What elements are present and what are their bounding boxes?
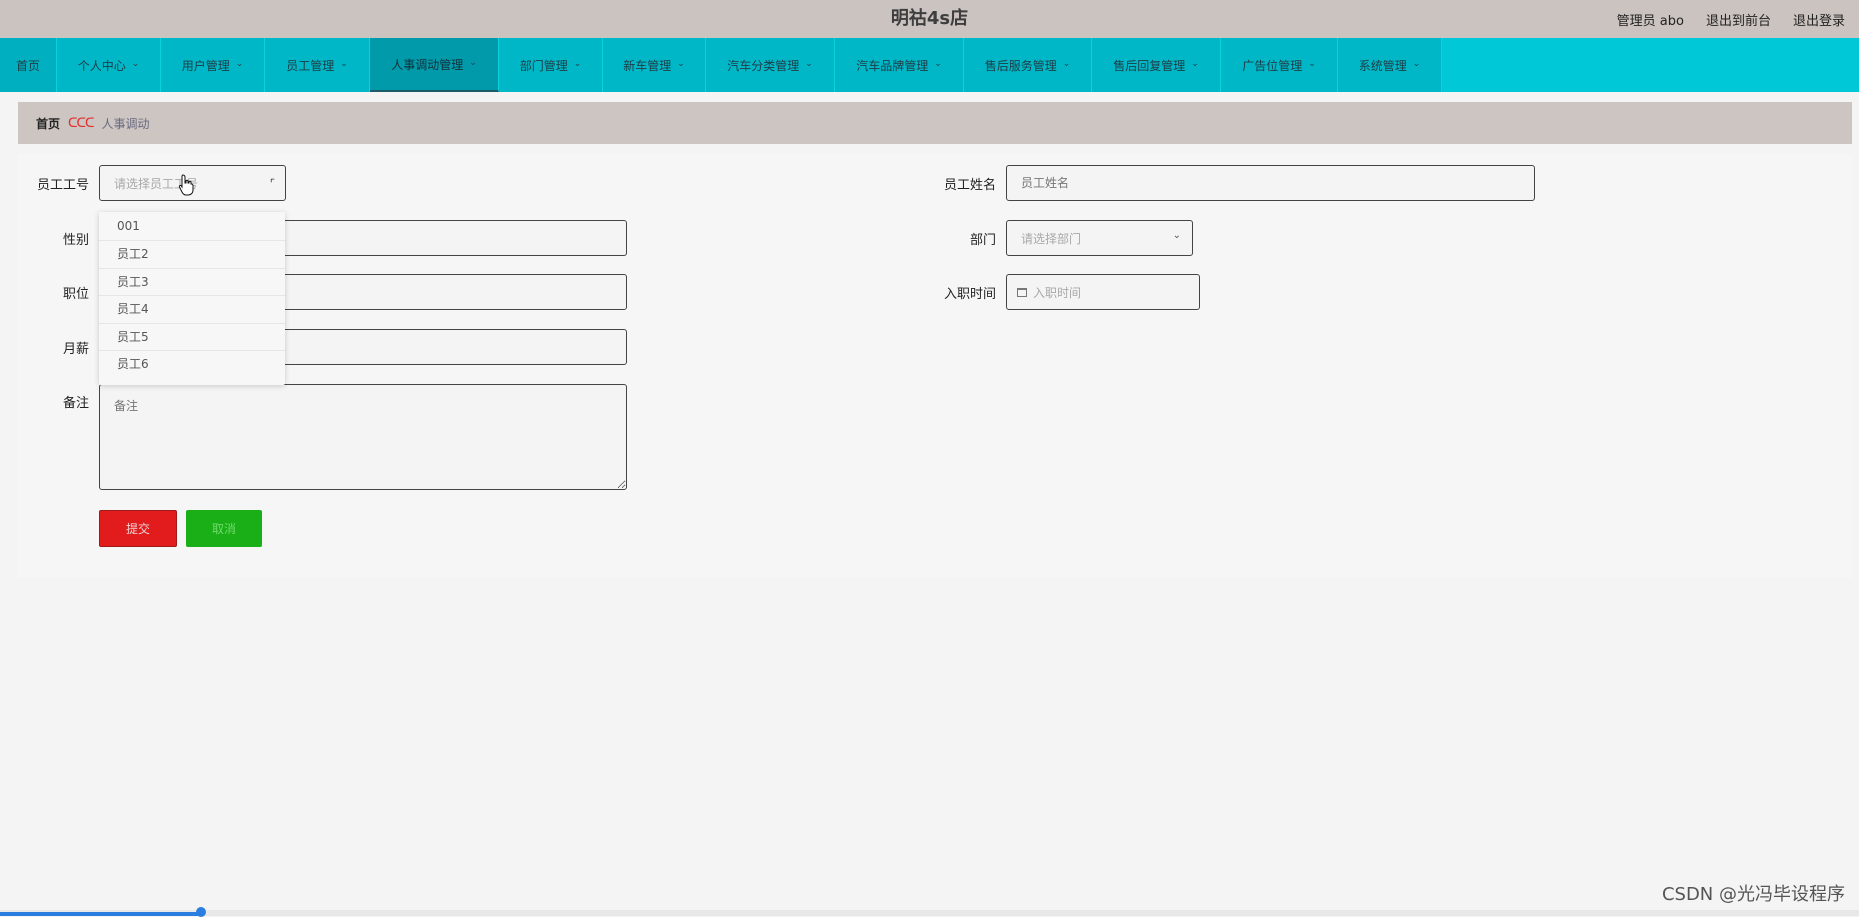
breadcrumb-separator: ᑕᑕᑕ <box>68 115 95 131</box>
dropdown-option[interactable]: 员工6 <box>99 350 285 377</box>
chevron-down-icon: ⌄ <box>1412 59 1421 69</box>
nav-label: 汽车分类管理 <box>727 58 800 73</box>
nav-label: 人事调动管理 <box>391 57 464 72</box>
nav-item-employee-management[interactable]: 员工管理 ⌄ <box>265 38 370 92</box>
chevron-down-icon: ⌄ <box>235 59 244 69</box>
nav-item-system-management[interactable]: 系统管理 ⌄ <box>1338 38 1442 92</box>
dropdown-option[interactable]: 员工3 <box>99 268 285 295</box>
chevron-down-icon: ⌄ <box>131 59 140 69</box>
nav-label: 新车管理 <box>623 58 672 73</box>
current-user-label: 管理员 abo <box>1616 13 1684 29</box>
emp-no-label: 员工工号 <box>36 178 89 193</box>
nav-label: 员工管理 <box>286 58 335 73</box>
nav-item-after-sales-reply[interactable]: 售后回复管理 ⌄ <box>1092 38 1221 92</box>
nav-item-after-sales-service[interactable]: 售后服务管理 ⌄ <box>964 38 1092 92</box>
hire-date-picker[interactable]: 入职时间 <box>1006 274 1200 310</box>
dropdown-option[interactable]: 员工5 <box>99 323 285 350</box>
nav-item-department-management[interactable]: 部门管理 ⌄ <box>499 38 603 92</box>
nav-label: 个人中心 <box>77 58 126 73</box>
watermark: CSDN @光冯毕设程序 <box>1661 884 1845 905</box>
breadcrumb-home[interactable]: 首页 <box>36 115 60 132</box>
nav-label: 汽车品牌管理 <box>856 58 929 73</box>
chevron-down-icon: ⌄ <box>1062 59 1071 69</box>
chevron-down-icon: ⌄ <box>805 59 813 69</box>
user-area: 管理员 abo 退出到前台 退出登录 <box>1617 0 1845 38</box>
chevron-down-icon: ⌄ <box>1308 59 1316 69</box>
chevron-down-icon: ⌄ <box>934 59 942 69</box>
hire-date-label: 入职时间 <box>943 287 996 302</box>
app-title: 明祜4s店 <box>890 8 969 29</box>
department-label: 部门 <box>969 233 996 248</box>
breadcrumb-current: 人事调动 <box>101 116 150 131</box>
emp-name-label: 员工姓名 <box>943 178 996 193</box>
logout-link[interactable]: 退出登录 <box>1793 10 1845 29</box>
chevron-down-icon: ⌄ <box>340 59 348 69</box>
remark-textarea[interactable] <box>99 384 627 490</box>
department-placeholder: 请选择部门 <box>1021 231 1082 246</box>
breadcrumb: 首页 ᑕᑕᑕ 人事调动 <box>18 102 1852 144</box>
nav-label: 用户管理 <box>181 58 230 73</box>
submit-button[interactable]: 提交 <box>99 510 177 547</box>
department-select[interactable]: 请选择部门 ⌄ <box>1006 220 1193 256</box>
position-label: 职位 <box>62 287 89 302</box>
hire-date-placeholder: 入职时间 <box>1033 285 1082 300</box>
nav-label: 售后回复管理 <box>1113 58 1186 73</box>
emp-no-dropdown: 001 员工2 员工3 员工4 员工5 员工6 <box>99 212 285 385</box>
nav-item-ad-slot-management[interactable]: 广告位管理 ⌄ <box>1221 38 1338 92</box>
top-bar: 明祜4s店 管理员 abo 退出到前台 退出登录 <box>0 0 1859 38</box>
chevron-down-icon: ⌄ <box>573 59 582 69</box>
select-arrow-icon: ⌜ <box>269 177 275 190</box>
exit-to-front-link[interactable]: 退出到前台 <box>1706 10 1771 29</box>
main-nav: 首页 个人中心 ⌄ 用户管理 ⌄ 员工管理 ⌄ 人事调动管理 ⌄ 部门管理 ⌄ 新车管理 ⌄… <box>0 38 1859 92</box>
emp-name-input[interactable] <box>1006 165 1535 201</box>
dropdown-option[interactable]: 001 <box>99 213 285 240</box>
form-panel <box>18 154 1852 578</box>
nav-item-home[interactable]: 首页 <box>0 38 57 92</box>
chevron-down-icon: ⌄ <box>1172 230 1181 241</box>
nav-item-new-car-management[interactable]: 新车管理 ⌄ <box>603 38 706 92</box>
nav-item-car-category-management[interactable]: 汽车分类管理 ⌄ <box>706 38 835 92</box>
chevron-down-icon: ⌄ <box>677 59 685 69</box>
chevron-down-icon: ⌄ <box>469 58 477 68</box>
salary-label: 月薪 <box>62 342 89 357</box>
calendar-icon <box>1017 287 1027 297</box>
nav-label: 系统管理 <box>1358 58 1407 73</box>
chevron-down-icon: ⌄ <box>1191 59 1199 69</box>
dropdown-option[interactable]: 员工4 <box>99 295 285 322</box>
nav-label: 部门管理 <box>519 58 568 73</box>
nav-item-personal-center[interactable]: 个人中心 ⌄ <box>57 38 161 92</box>
nav-label: 售后服务管理 <box>984 58 1057 73</box>
nav-item-transfer-management[interactable]: 人事调动管理 ⌄ <box>370 38 499 92</box>
nav-label: 广告位管理 <box>1242 58 1303 73</box>
progress-fill <box>0 912 200 916</box>
dropdown-option[interactable]: 员工2 <box>99 240 285 267</box>
nav-item-user-management[interactable]: 用户管理 ⌄ <box>161 38 265 92</box>
bottom-progress-bar <box>0 907 1859 917</box>
cancel-button[interactable]: 取消 <box>186 510 262 547</box>
gender-label: 性别 <box>62 233 89 248</box>
nav-label: 首页 <box>15 58 40 73</box>
nav-item-car-brand-management[interactable]: 汽车品牌管理 ⌄ <box>835 38 964 92</box>
hand-cursor-icon <box>178 174 194 196</box>
remark-label: 备注 <box>62 396 89 411</box>
